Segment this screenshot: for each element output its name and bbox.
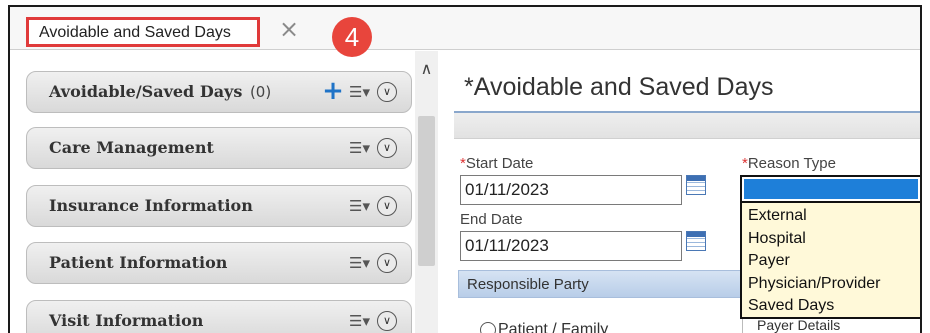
tab-bar: Avoidable and Saved Days × [10, 7, 920, 50]
tab-avoidable-saved-days[interactable]: Avoidable and Saved Days [26, 17, 260, 47]
option-saved-days[interactable]: Saved Days [748, 295, 920, 318]
chevron-up-icon[interactable]: ∧ [418, 59, 435, 79]
form-toolbar [454, 113, 920, 139]
reason-type-label: *Reason Type [742, 155, 836, 172]
section-patient-information[interactable]: Patient Information ☰▾ ∨ [26, 242, 412, 284]
option-external[interactable]: External [748, 205, 920, 228]
option-payer[interactable]: Payer [748, 250, 920, 273]
section-title: Avoidable/Saved Days (0) [49, 82, 271, 101]
calendar-icon[interactable] [686, 231, 706, 251]
reason-type-dropdown-list: External Hospital Payer Physician/Provid… [740, 203, 920, 319]
chevron-down-icon[interactable]: ∨ [377, 311, 397, 331]
chevron-down-icon[interactable]: ∨ [377, 82, 397, 102]
section-title: Insurance Information [49, 196, 253, 215]
reason-type-label-text: Reason Type [747, 155, 836, 172]
patient-family-radio[interactable] [480, 322, 496, 333]
section-avoidable-saved-days[interactable]: Avoidable/Saved Days (0) + ☰▾ ∨ [26, 71, 412, 113]
list-menu-icon[interactable]: ☰▾ [349, 312, 373, 330]
section-title: Care Management [49, 138, 214, 157]
start-date-label: *Start Date [460, 155, 533, 172]
chevron-down-icon[interactable]: ∨ [377, 196, 397, 216]
section-title: Patient Information [49, 253, 228, 272]
left-panel-scrollbar[interactable]: ∧ [415, 51, 438, 333]
chevron-down-icon[interactable]: ∨ [377, 138, 397, 158]
application-frame: Avoidable and Saved Days × 4 Avoidable/S… [8, 5, 922, 333]
list-menu-icon[interactable]: ☰▾ [349, 254, 373, 272]
section-care-management[interactable]: Care Management ☰▾ ∨ [26, 127, 412, 169]
tab-label: Avoidable and Saved Days [39, 24, 231, 41]
section-count: (0) [249, 83, 272, 101]
list-menu-icon[interactable]: ☰▾ [349, 83, 373, 101]
start-date-label-text: Start Date [465, 155, 534, 172]
plus-icon[interactable]: + [321, 78, 345, 104]
start-date-input[interactable]: 01/11/2023 [460, 175, 682, 205]
chevron-down-icon[interactable]: ∨ [377, 253, 397, 273]
left-panel: Avoidable/Saved Days (0) + ☰▾ ∨ Care Man… [10, 51, 438, 333]
step-number-badge: 4 [332, 17, 372, 57]
close-icon[interactable]: × [278, 17, 300, 43]
page-title: *Avoidable and Saved Days [464, 73, 774, 101]
reason-type-select[interactable] [740, 175, 920, 203]
form-panel: *Avoidable and Saved Days *Start Date 01… [440, 51, 920, 333]
calendar-icon[interactable] [686, 175, 706, 195]
option-physician-provider[interactable]: Physician/Provider [748, 273, 920, 296]
patient-family-radio-label[interactable]: Patient / Family [498, 321, 608, 333]
section-title: Visit Information [49, 311, 204, 330]
list-menu-icon[interactable]: ☰▾ [349, 197, 373, 215]
scrollbar-thumb[interactable] [418, 116, 435, 266]
section-insurance-information[interactable]: Insurance Information ☰▾ ∨ [26, 185, 412, 227]
option-hospital[interactable]: Hospital [748, 228, 920, 251]
end-date-input[interactable]: 01/11/2023 [460, 231, 682, 261]
end-date-label: End Date [460, 211, 523, 228]
section-title-text: Avoidable/Saved Days [49, 82, 243, 101]
list-menu-icon[interactable]: ☰▾ [349, 139, 373, 157]
section-visit-information[interactable]: Visit Information ☰▾ ∨ [26, 300, 412, 333]
reason-type-selected-option[interactable] [744, 179, 918, 199]
